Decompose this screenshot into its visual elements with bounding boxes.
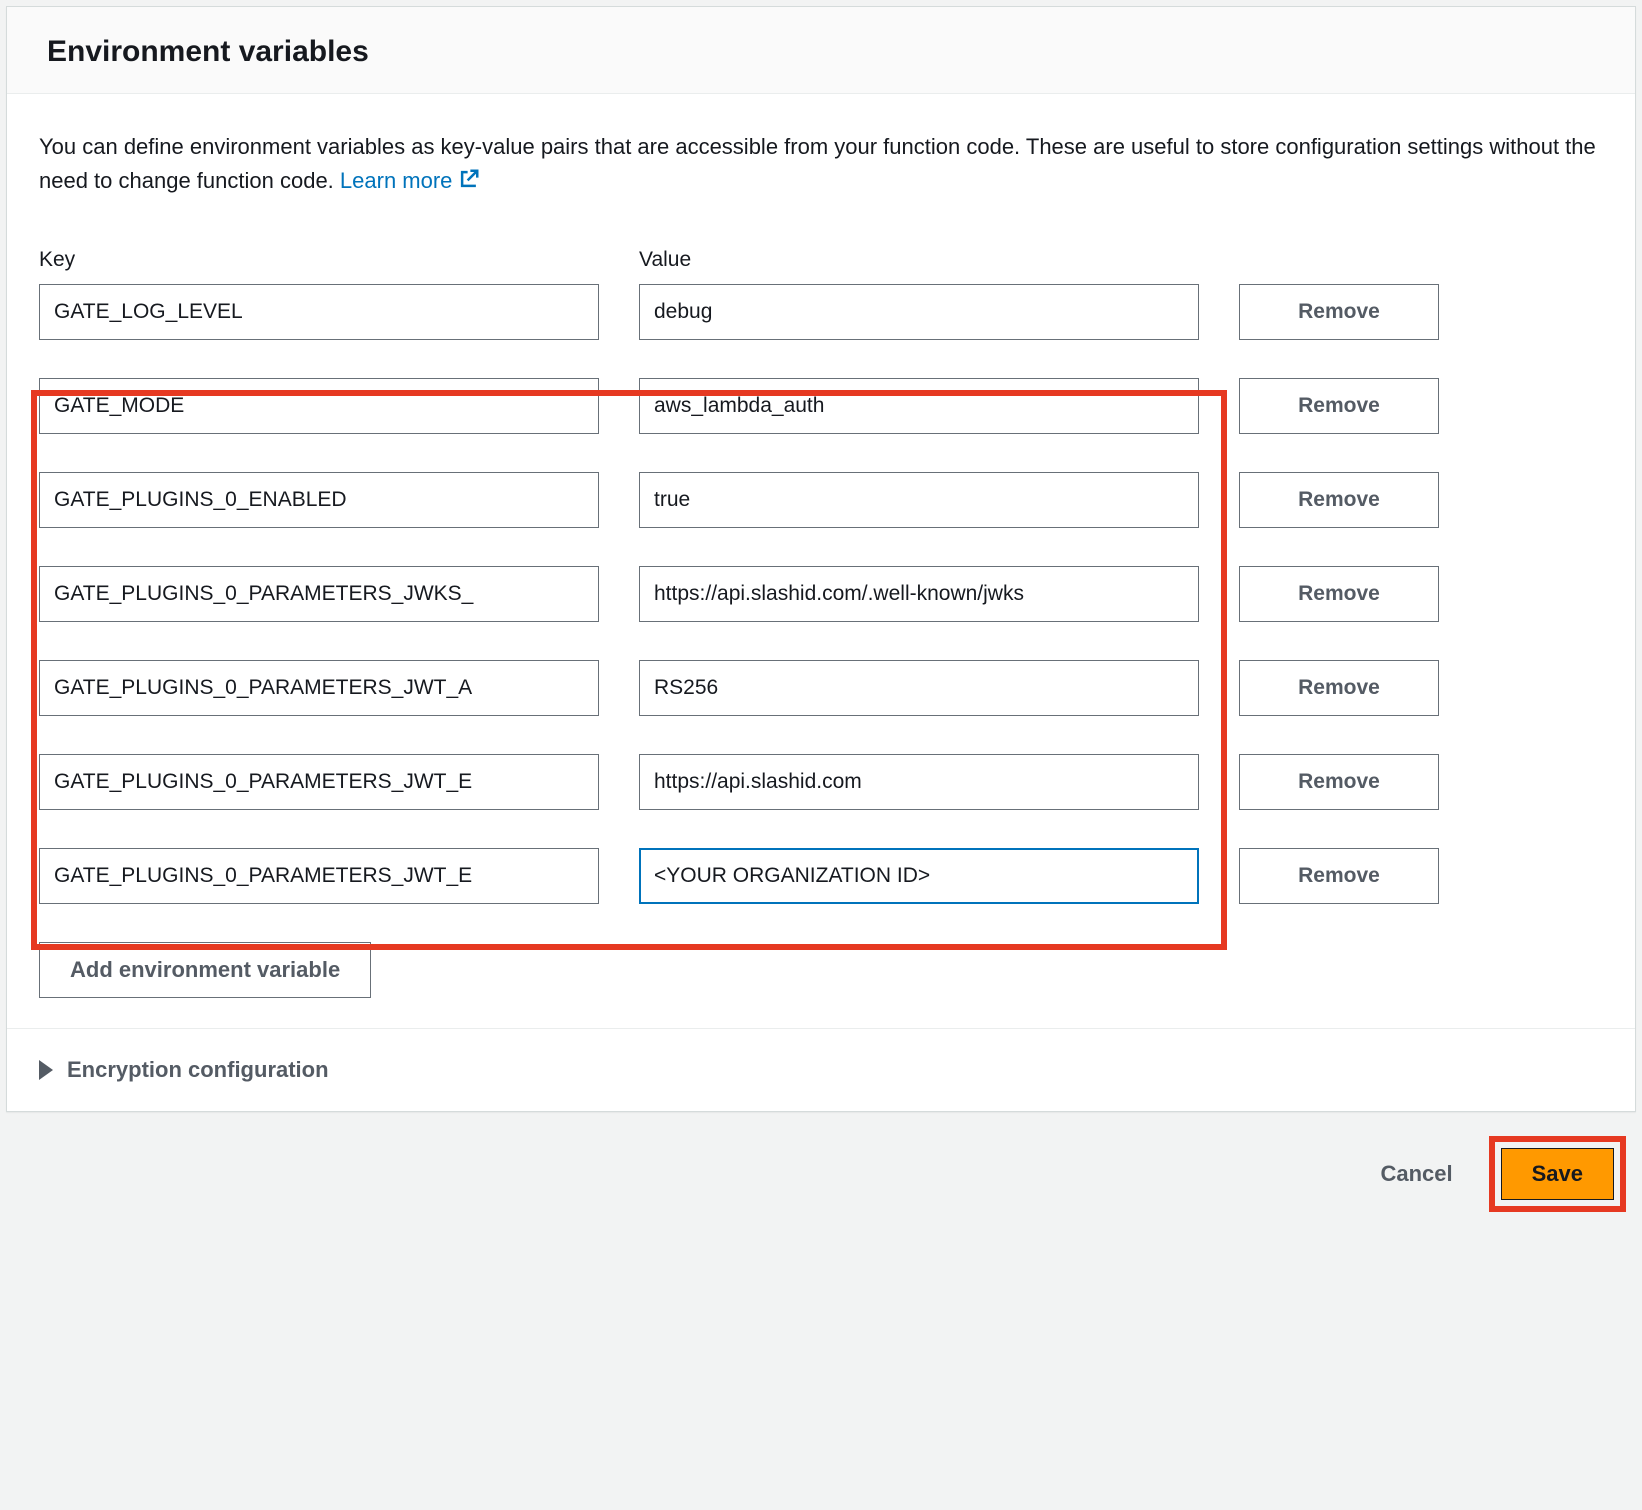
env-var-row: Remove	[39, 848, 1603, 904]
encryption-label: Encryption configuration	[67, 1057, 329, 1083]
env-vars-panel: Environment variables You can define env…	[6, 6, 1636, 1112]
bottom-actions: Cancel Save	[6, 1112, 1636, 1222]
rows-container: Remove Remove Remove Remove Remove Remove Remo…	[39, 284, 1603, 904]
env-var-row: Remove	[39, 754, 1603, 810]
encryption-config-toggle[interactable]: Encryption configuration	[39, 1057, 1603, 1083]
remove-button[interactable]: Remove	[1239, 472, 1439, 528]
env-var-row: Remove	[39, 660, 1603, 716]
description-text: You can define environment variables as …	[39, 130, 1603, 200]
panel-title: Environment variables	[47, 35, 1595, 69]
env-var-value-input[interactable]	[639, 754, 1199, 810]
env-var-row: Remove	[39, 378, 1603, 434]
env-var-value-input[interactable]	[639, 378, 1199, 434]
panel-footer: Encryption configuration	[7, 1028, 1635, 1111]
columns-header: Key Value	[39, 248, 1603, 272]
env-var-key-input[interactable]	[39, 754, 599, 810]
save-button[interactable]: Save	[1501, 1148, 1614, 1200]
learn-more-link[interactable]: Learn more	[340, 168, 481, 193]
env-var-key-input[interactable]	[39, 566, 599, 622]
save-highlight-annotation: Save	[1489, 1136, 1626, 1212]
add-env-var-button[interactable]: Add environment variable	[39, 942, 371, 998]
expand-icon	[39, 1060, 53, 1080]
env-var-value-input[interactable]	[639, 660, 1199, 716]
env-var-value-input[interactable]	[639, 566, 1199, 622]
value-column-label: Value	[639, 248, 1199, 272]
description-prefix: You can define environment variables as …	[39, 134, 1596, 193]
env-var-value-input[interactable]	[639, 848, 1199, 904]
panel-header: Environment variables	[7, 7, 1635, 94]
env-var-key-input[interactable]	[39, 284, 599, 340]
panel-body: You can define environment variables as …	[7, 94, 1635, 1028]
env-var-row: Remove	[39, 284, 1603, 340]
remove-button[interactable]: Remove	[1239, 566, 1439, 622]
env-var-key-input[interactable]	[39, 378, 599, 434]
remove-button[interactable]: Remove	[1239, 754, 1439, 810]
remove-button[interactable]: Remove	[1239, 660, 1439, 716]
cancel-button[interactable]: Cancel	[1380, 1161, 1452, 1187]
env-var-value-input[interactable]	[639, 472, 1199, 528]
env-var-row: Remove	[39, 472, 1603, 528]
env-var-row: Remove	[39, 566, 1603, 622]
external-link-icon	[458, 166, 480, 200]
remove-button[interactable]: Remove	[1239, 378, 1439, 434]
env-var-key-input[interactable]	[39, 660, 599, 716]
env-var-value-input[interactable]	[639, 284, 1199, 340]
key-column-label: Key	[39, 248, 599, 272]
remove-button[interactable]: Remove	[1239, 284, 1439, 340]
remove-button[interactable]: Remove	[1239, 848, 1439, 904]
env-var-key-input[interactable]	[39, 848, 599, 904]
env-var-key-input[interactable]	[39, 472, 599, 528]
